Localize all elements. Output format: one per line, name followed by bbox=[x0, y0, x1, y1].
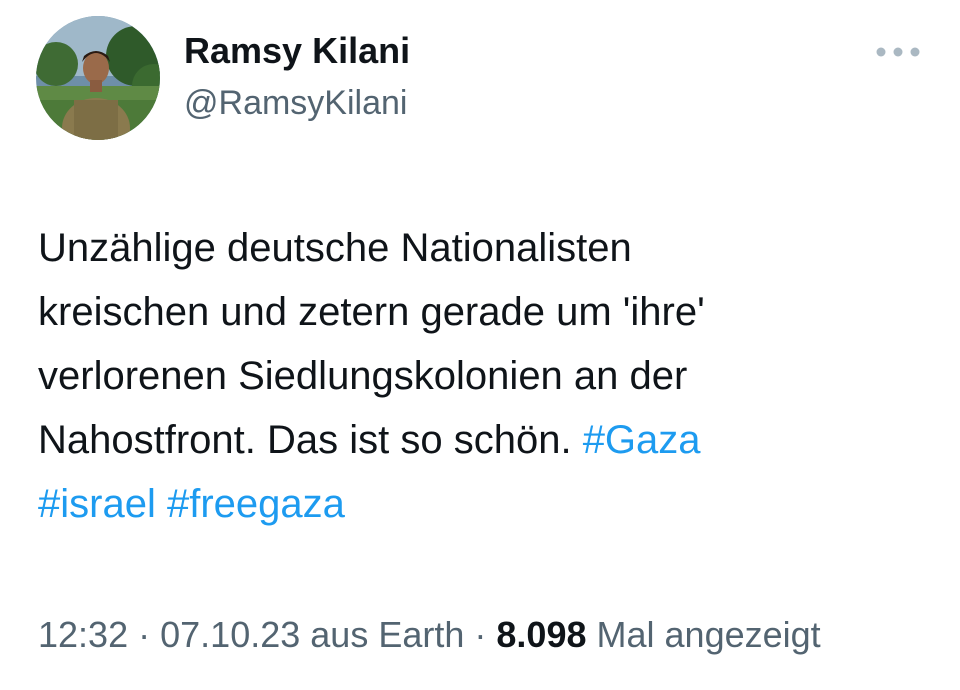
tweet-line: kreischen und zetern gerade um 'ihre' bbox=[38, 290, 705, 334]
author-name[interactable]: Ramsy Kilani bbox=[184, 30, 410, 72]
more-options-button[interactable] bbox=[872, 38, 924, 66]
tweet-location: aus Earth bbox=[310, 614, 465, 655]
tweet-line: Unzählige deutsche Nationalisten bbox=[38, 226, 632, 270]
tweet-meta: 12:32 · 07.10.23 aus Earth · 8.098 Mal a… bbox=[38, 614, 821, 656]
tweet-date[interactable]: 07.10.23 bbox=[160, 614, 300, 655]
avatar[interactable] bbox=[36, 16, 160, 140]
hashtag-gaza[interactable]: #Gaza bbox=[583, 418, 701, 462]
tweet-line: #israel #freegaza bbox=[38, 472, 918, 536]
meta-separator: · bbox=[138, 614, 151, 655]
more-horizontal-icon bbox=[876, 47, 920, 57]
tweet-line-text: Nahostfront. Das ist so schön. bbox=[38, 418, 583, 462]
hashtag-israel[interactable]: #israel bbox=[38, 482, 156, 526]
hashtag-freegaza[interactable]: #freegaza bbox=[167, 482, 345, 526]
tweet-line: verlorenen Siedlungskolonien an der bbox=[38, 354, 688, 398]
meta-separator: · bbox=[474, 614, 487, 655]
author-handle[interactable]: @RamsyKilani bbox=[184, 84, 407, 123]
avatar-photo bbox=[36, 16, 160, 140]
views-count[interactable]: 8.098 bbox=[496, 614, 586, 655]
tweet-time[interactable]: 12:32 bbox=[38, 614, 128, 655]
tweet-line: Nahostfront. Das ist so schön. #Gaza bbox=[38, 408, 918, 472]
views-label: Mal angezeigt bbox=[596, 614, 821, 655]
tweet-text: Unzählige deutsche Nationalisten kreisch… bbox=[38, 216, 918, 536]
